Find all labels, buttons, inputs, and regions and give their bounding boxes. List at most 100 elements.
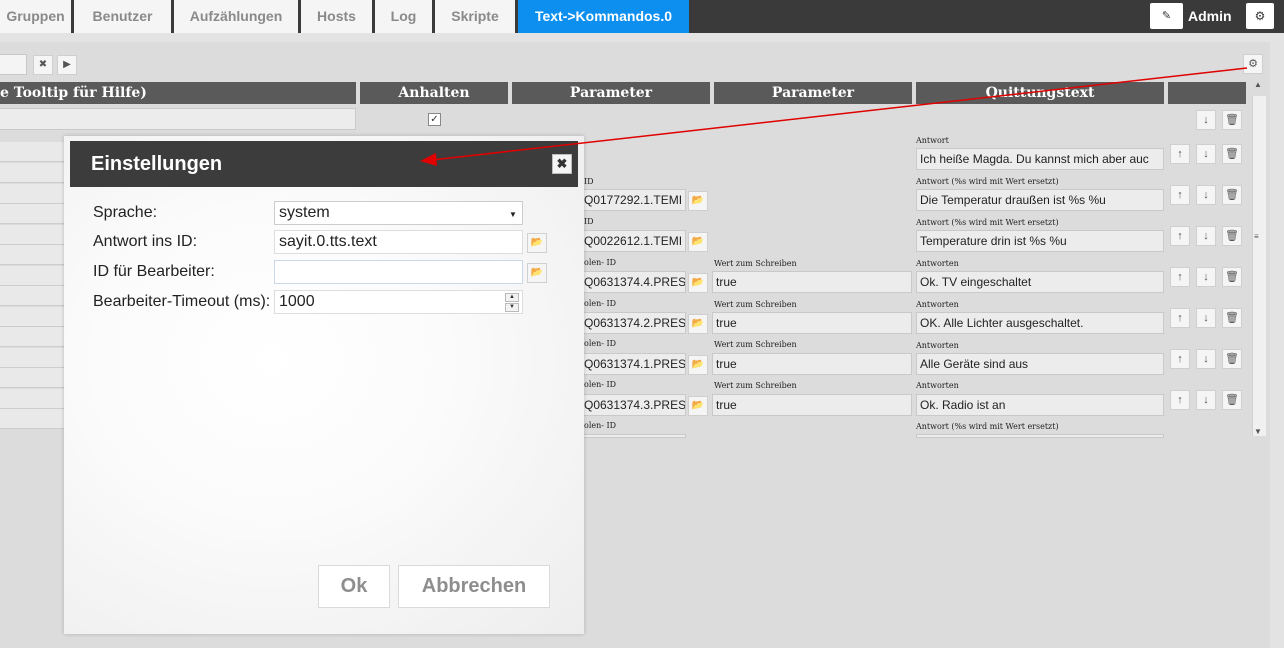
trash-icon[interactable]: 🗑: [1222, 144, 1242, 164]
timeout-stepper[interactable]: ▲ ▼: [505, 293, 521, 313]
write-value-label: Wert zum Schreiben: [714, 340, 797, 349]
write-value-field[interactable]: true: [712, 312, 912, 334]
column-header-stop: Anhalten: [360, 82, 508, 104]
arrow-up-icon[interactable]: ↑: [1170, 267, 1190, 287]
answer-label: Antwort (%s wird mit Wert ersetzt): [916, 177, 1059, 186]
arrow-down-icon[interactable]: ↓: [1196, 144, 1216, 164]
folder-icon[interactable]: 📂: [688, 314, 708, 334]
answer-field[interactable]: Alle Geräte sind aus: [916, 353, 1164, 375]
timeout-label: Bearbeiter-Timeout (ms):: [93, 293, 271, 310]
arrow-down-icon[interactable]: ↓: [1196, 110, 1216, 130]
chevron-down-icon[interactable]: ▼: [509, 210, 517, 219]
answer-field[interactable]: Ok. TV eingeschaltet: [916, 271, 1164, 293]
spin-down-icon[interactable]: ▼: [505, 303, 519, 312]
id-field[interactable]: Q0177292.1.TEMI: [580, 189, 686, 211]
write-value-label: Wert zum Schreiben: [714, 300, 797, 309]
list-item: [0, 389, 70, 409]
answer-field[interactable]: Temperature drin ist %s %u: [916, 230, 1164, 252]
cancel-button[interactable]: Abbrechen: [398, 565, 550, 608]
gear-icon[interactable]: ⚙: [1246, 3, 1274, 29]
tab-benutzer[interactable]: Benutzer: [74, 0, 171, 33]
arrow-down-icon[interactable]: ↓: [1196, 267, 1216, 287]
write-value-field[interactable]: true: [712, 353, 912, 375]
arrow-up-icon[interactable]: ↑: [1170, 349, 1190, 369]
scroll-down-icon[interactable]: ▼: [1254, 427, 1262, 436]
arrow-down-icon[interactable]: ↓: [1196, 308, 1216, 328]
trash-icon[interactable]: 🗑: [1222, 267, 1242, 287]
tab-log[interactable]: Log: [375, 0, 432, 33]
write-value-field[interactable]: true: [712, 271, 912, 293]
trash-icon[interactable]: 🗑: [1222, 226, 1242, 246]
id-field[interactable]: Q0631374.2.PRES: [580, 312, 686, 334]
tab-aufzaehlungen[interactable]: Aufzählungen: [174, 0, 298, 33]
arrow-down-icon[interactable]: ↓: [1196, 185, 1216, 205]
top-navigation-bar: Gruppen Benutzer Aufzählungen Hosts Log …: [0, 0, 1284, 33]
folder-icon[interactable]: 📂: [688, 355, 708, 375]
answer-field[interactable]: Ich heiße Magda. Du kannst mich aber auc: [916, 148, 1164, 170]
id-field[interactable]: Q0631374.1.PRES: [580, 353, 686, 375]
tab-hosts[interactable]: Hosts: [301, 0, 372, 33]
folder-icon[interactable]: 📂: [688, 232, 708, 252]
spin-up-icon[interactable]: ▲: [505, 293, 519, 302]
answer-id-input[interactable]: sayit.0.tts.text: [274, 230, 523, 254]
folder-icon[interactable]: 📂: [527, 233, 547, 253]
list-item: [0, 348, 70, 368]
dialog-title[interactable]: Einstellungen: [70, 141, 578, 187]
list-item: [0, 163, 70, 183]
arrow-up-icon[interactable]: ↑: [1170, 185, 1190, 205]
trash-icon[interactable]: 🗑: [1222, 185, 1242, 205]
id-field[interactable]: Q0631374.3.PRES: [580, 394, 686, 416]
arrow-up-icon[interactable]: ↑: [1170, 226, 1190, 246]
arrow-up-icon[interactable]: ↑: [1170, 390, 1190, 410]
answer-label: Antworten: [916, 300, 959, 309]
arrow-down-icon[interactable]: ↓: [1196, 226, 1216, 246]
column-header-command: e Tooltip für Hilfe): [0, 82, 356, 104]
tab-gruppen[interactable]: Gruppen: [0, 0, 71, 33]
column-header-ack-text: Quittungstext: [916, 82, 1164, 104]
tab-text-kommandos[interactable]: Text->Kommandos.0: [518, 0, 689, 33]
filter-input[interactable]: [0, 54, 27, 75]
tab-skripte[interactable]: Skripte: [435, 0, 515, 33]
command-input[interactable]: [0, 108, 356, 130]
scroll-up-icon[interactable]: ▲: [1254, 80, 1262, 89]
trash-icon[interactable]: 🗑: [1222, 390, 1242, 410]
play-icon[interactable]: ▶: [57, 55, 77, 75]
id-field[interactable]: [580, 434, 686, 438]
list-item: [0, 327, 70, 347]
language-select[interactable]: system: [274, 201, 523, 225]
gear-icon[interactable]: ⚙: [1243, 54, 1263, 74]
id-field[interactable]: Q0631374.4.PRES: [580, 271, 686, 293]
id-label: olen- ID: [584, 299, 617, 308]
id-field[interactable]: Q0022612.1.TEMI: [580, 230, 686, 252]
write-value-field[interactable]: true: [712, 394, 912, 416]
answer-field[interactable]: Die Temperatur draußen ist %s %u: [916, 189, 1164, 211]
folder-icon[interactable]: 📂: [527, 263, 547, 283]
arrow-up-icon[interactable]: ↑: [1170, 308, 1190, 328]
answer-field[interactable]: Ok. Radio ist an: [916, 394, 1164, 416]
stop-checkbox[interactable]: ✓: [428, 113, 441, 126]
arrow-down-icon[interactable]: ↓: [1196, 390, 1216, 410]
arrow-up-icon[interactable]: ↑: [1170, 144, 1190, 164]
timeout-input[interactable]: 1000: [274, 290, 523, 314]
scrollbar[interactable]: [1252, 96, 1266, 436]
processor-id-input[interactable]: [274, 260, 523, 284]
ok-button[interactable]: Ok: [318, 565, 390, 608]
processor-id-label: ID für Bearbeiter:: [93, 263, 215, 280]
id-label: olen- ID: [584, 258, 617, 267]
trash-icon[interactable]: 🗑: [1222, 349, 1242, 369]
list-item: [0, 409, 70, 429]
trash-icon[interactable]: 🗑: [1222, 110, 1242, 130]
column-header-parameter-1: Parameter: [512, 82, 710, 104]
trash-icon[interactable]: 🗑: [1222, 308, 1242, 328]
arrow-down-icon[interactable]: ↓: [1196, 349, 1216, 369]
folder-icon[interactable]: 📂: [688, 191, 708, 211]
folder-icon[interactable]: 📂: [688, 396, 708, 416]
answer-field[interactable]: OK. Alle Lichter ausgeschaltet.: [916, 312, 1164, 334]
answer-field[interactable]: [916, 434, 1164, 438]
scroll-grip-icon[interactable]: ≡: [1254, 232, 1259, 241]
close-icon[interactable]: ✖: [552, 154, 572, 174]
folder-icon[interactable]: 📂: [688, 273, 708, 293]
answer-id-label: Antwort ins ID:: [93, 233, 198, 250]
close-icon[interactable]: ✖: [33, 55, 53, 75]
pencil-icon[interactable]: ✎: [1150, 3, 1183, 29]
